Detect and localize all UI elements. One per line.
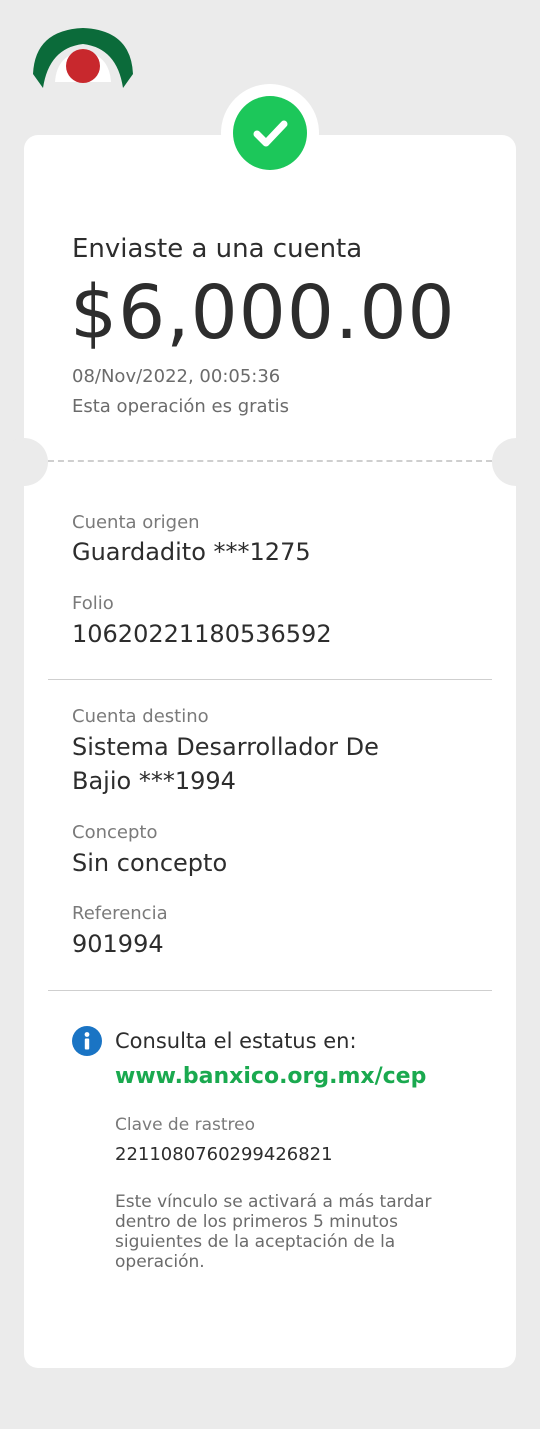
section-divider [48, 990, 492, 991]
status-consult-text: Consulta el estatus en: [115, 1029, 357, 1053]
success-badge [221, 84, 319, 182]
section-divider [48, 679, 492, 680]
origin-account-label: Cuenta origen [72, 512, 200, 533]
concept-value: Sin concepto [72, 849, 228, 877]
check-icon [233, 96, 307, 170]
ticket-dashed-divider [48, 460, 492, 462]
reference-label: Referencia [72, 903, 168, 924]
ticket-notch-right [492, 438, 540, 486]
destination-account-label: Cuenta destino [72, 706, 209, 727]
origin-account-value: Guardadito ***1275 [72, 538, 311, 566]
transfer-datetime: 08/Nov/2022, 00:05:36 [72, 366, 281, 387]
destination-account-value-line2: Bajio ***1994 [72, 767, 236, 795]
transfer-amount: $6,000.00 [70, 270, 456, 356]
transfer-title: Enviaste a una cuenta [72, 234, 363, 264]
info-icon [72, 1026, 102, 1056]
bank-logo-icon [33, 28, 133, 88]
tracking-key-value: 2211080760299426821 [115, 1144, 333, 1165]
destination-account-value-line1: Sistema Desarrollador De [72, 733, 379, 761]
fee-note: Esta operación es gratis [72, 396, 290, 417]
concept-label: Concepto [72, 822, 158, 843]
reference-value: 901994 [72, 930, 164, 958]
folio-value: 10620221180536592 [72, 620, 332, 648]
tracking-key-label: Clave de rastreo [115, 1115, 255, 1135]
link-activation-note: Este vínculo se activará a más tardar de… [115, 1192, 432, 1272]
banxico-link[interactable]: www.banxico.org.mx/cep [115, 1064, 426, 1089]
ticket-notch-left [0, 438, 48, 486]
folio-label: Folio [72, 593, 114, 614]
